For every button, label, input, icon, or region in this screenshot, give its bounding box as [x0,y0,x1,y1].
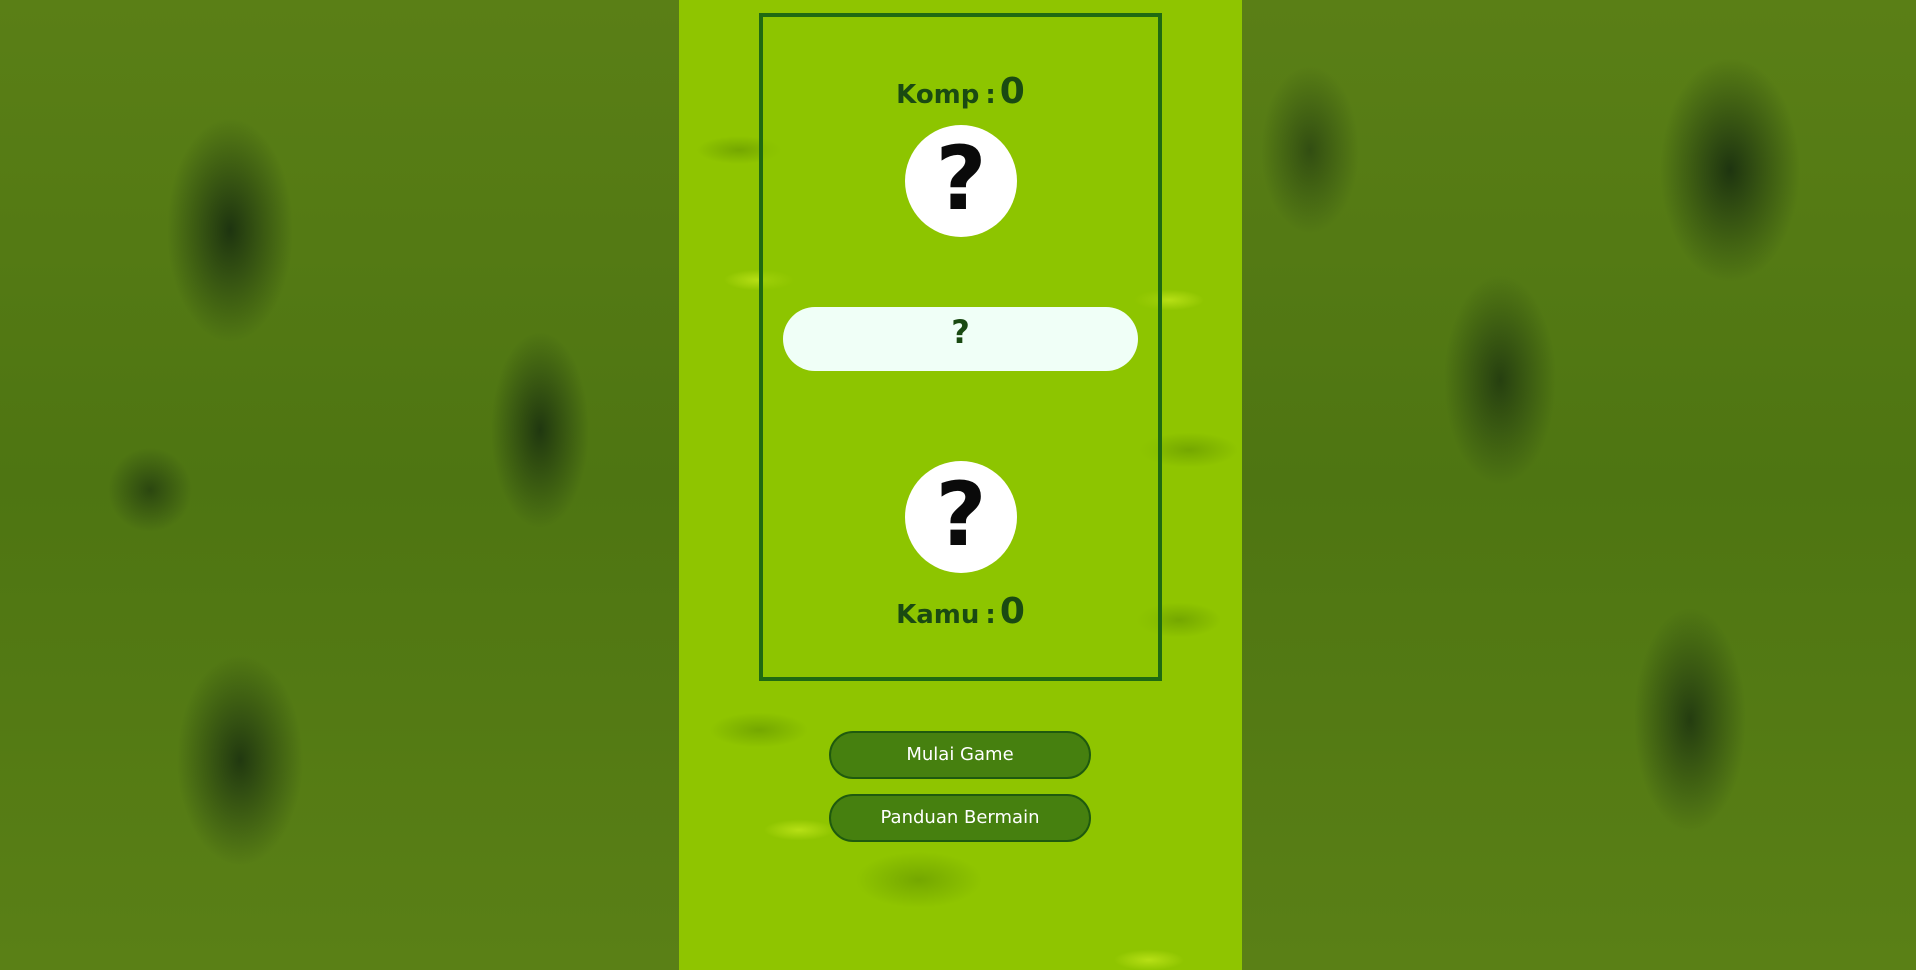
start-game-button[interactable]: Mulai Game [829,731,1091,779]
computer-score-label: Komp [896,80,980,110]
game-guide-button[interactable]: Panduan Bermain [829,794,1091,842]
result-display: ? [783,307,1138,371]
question-mark-icon: ? [935,127,987,230]
question-mark-icon: ? [935,463,987,566]
player-score-value: 0 [999,591,1025,632]
game-container: Komp:0 ? ? ? Kamu:0 Mulai Game Panduan B… [679,0,1242,970]
player-score-separator: : [985,600,996,630]
game-board: Komp:0 ? ? ? Kamu:0 [759,13,1162,681]
computer-score: Komp:0 [763,71,1158,112]
player-score: Kamu:0 [763,591,1158,632]
computer-choice: ? [905,125,1017,237]
computer-score-value: 0 [999,71,1025,112]
player-score-label: Kamu [896,600,980,630]
result-text: ? [951,313,970,351]
computer-score-separator: : [985,80,996,110]
player-choice[interactable]: ? [905,461,1017,573]
